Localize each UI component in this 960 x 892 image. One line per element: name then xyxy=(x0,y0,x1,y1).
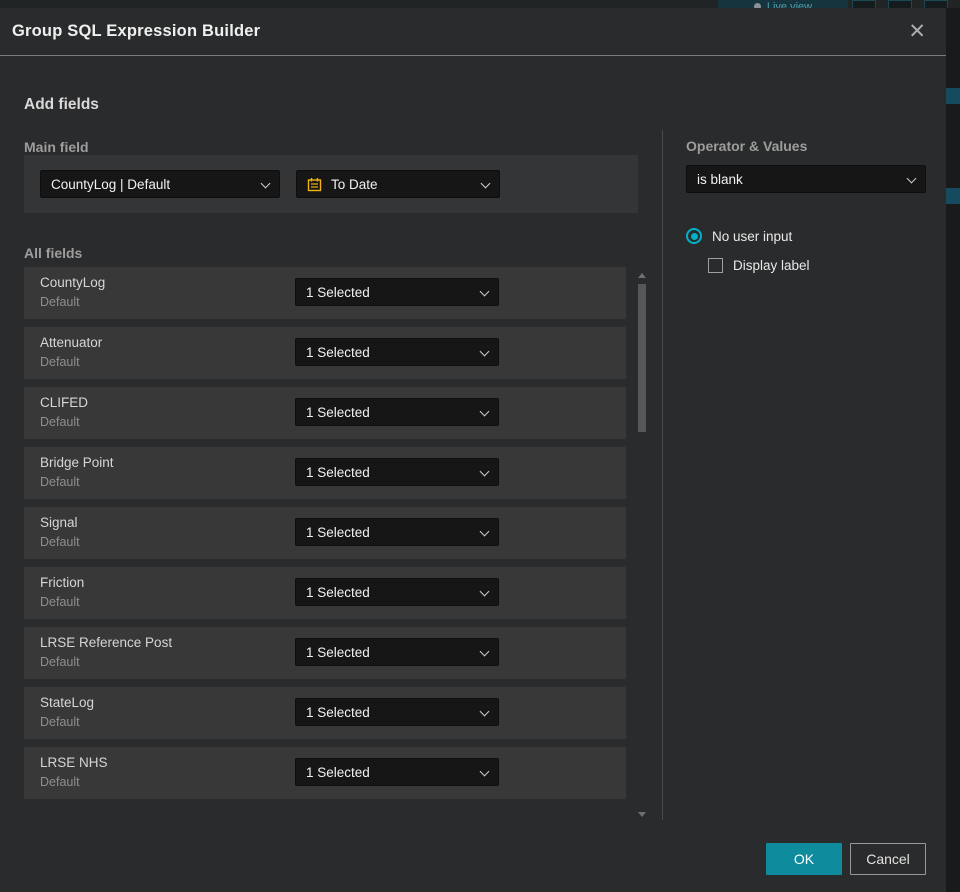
main-field-dropdown-value: CountyLog | Default xyxy=(51,176,171,192)
display-label-checkbox[interactable]: Display label xyxy=(708,258,810,273)
all-fields-list: CountyLog Default 1 Selected Attenuator Defa… xyxy=(24,267,626,807)
background-accent xyxy=(946,188,960,204)
scroll-down-icon[interactable] xyxy=(638,812,646,817)
field-row-selection-value: 1 Selected xyxy=(306,524,370,540)
chevron-down-icon xyxy=(480,588,488,596)
field-row-selection-dropdown[interactable]: 1 Selected xyxy=(295,518,499,546)
field-row-selection-value: 1 Selected xyxy=(306,344,370,360)
field-row-sublabel: Default xyxy=(40,475,80,489)
chevron-down-icon xyxy=(480,408,488,416)
chevron-down-icon xyxy=(480,288,488,296)
field-row-selection-dropdown[interactable]: 1 Selected xyxy=(295,578,499,606)
topbar-tool-button[interactable] xyxy=(924,0,948,8)
field-row-sublabel: Default xyxy=(40,595,80,609)
main-field-dropdown[interactable]: CountyLog | Default xyxy=(40,170,280,198)
field-row-sublabel: Default xyxy=(40,355,80,369)
field-row-selection-value: 1 Selected xyxy=(306,284,370,300)
field-row-selection-value: 1 Selected xyxy=(306,584,370,600)
topbar-tool-button[interactable] xyxy=(852,0,876,8)
live-view-button[interactable]: Live view xyxy=(718,0,848,8)
field-row-name: Bridge Point xyxy=(40,455,114,470)
chevron-down-icon xyxy=(480,708,488,716)
field-type-dropdown-value: To Date xyxy=(331,176,378,192)
chevron-down-icon xyxy=(261,180,269,188)
live-view-label: Live view xyxy=(766,1,813,8)
no-user-input-radio[interactable]: No user input xyxy=(686,228,792,244)
field-row-name: LRSE NHS xyxy=(40,755,108,770)
field-row: CountyLog Default 1 Selected xyxy=(24,267,626,319)
field-row-sublabel: Default xyxy=(40,535,80,549)
field-row-name: Signal xyxy=(40,515,78,530)
display-label-text: Display label xyxy=(733,258,810,273)
panel-divider xyxy=(662,130,663,820)
field-row-sublabel: Default xyxy=(40,295,80,309)
background-app-topbar: Live view xyxy=(0,0,960,8)
field-row-sublabel: Default xyxy=(40,415,80,429)
field-row-selection-dropdown[interactable]: 1 Selected xyxy=(295,698,499,726)
field-row-selection-value: 1 Selected xyxy=(306,764,370,780)
operator-dropdown[interactable]: is blank xyxy=(686,165,926,193)
field-row-selection-dropdown[interactable]: 1 Selected xyxy=(295,338,499,366)
dialog-title: Group SQL Expression Builder xyxy=(12,22,261,40)
field-row-name: LRSE Reference Post xyxy=(40,635,173,650)
group-sql-expression-builder-dialog: Group SQL Expression Builder ✕ Add field… xyxy=(0,8,946,892)
field-row: Bridge Point Default 1 Selected xyxy=(24,447,626,499)
field-row-name: CLIFED xyxy=(40,395,89,410)
field-row-name: Attenuator xyxy=(40,335,103,350)
field-row-selection-dropdown[interactable]: 1 Selected xyxy=(295,758,499,786)
field-row: StateLog Default 1 Selected xyxy=(24,687,626,739)
field-row: CLIFED Default 1 Selected xyxy=(24,387,626,439)
field-row-selection-dropdown[interactable]: 1 Selected xyxy=(295,638,499,666)
field-row-selection-value: 1 Selected xyxy=(306,644,370,660)
background-accent xyxy=(946,88,960,104)
operator-values-label: Operator & Values xyxy=(686,138,808,154)
chevron-down-icon xyxy=(480,468,488,476)
operator-dropdown-value: is blank xyxy=(697,171,743,187)
field-row-selection-value: 1 Selected xyxy=(306,404,370,420)
background-app-edge xyxy=(946,8,960,892)
radio-dot xyxy=(690,232,698,240)
field-row: Attenuator Default 1 Selected xyxy=(24,327,626,379)
ok-button[interactable]: OK xyxy=(766,843,842,875)
field-row-selection-dropdown[interactable]: 1 Selected xyxy=(295,458,499,486)
field-row-name: StateLog xyxy=(40,695,95,710)
field-row: LRSE Reference Post Default 1 Selected xyxy=(24,627,626,679)
scrollbar-thumb[interactable] xyxy=(638,284,646,432)
chevron-down-icon xyxy=(480,768,488,776)
chevron-down-icon xyxy=(480,348,488,356)
scroll-up-icon[interactable] xyxy=(638,273,646,278)
no-user-input-label: No user input xyxy=(712,228,793,244)
main-field-panel: CountyLog | Default To Date xyxy=(24,155,638,213)
field-row: Friction Default 1 Selected xyxy=(24,567,626,619)
field-row-selection-value: 1 Selected xyxy=(306,464,370,480)
topbar-tool-button[interactable] xyxy=(888,0,912,8)
cancel-button[interactable]: Cancel xyxy=(850,843,926,875)
field-row-name: CountyLog xyxy=(40,275,106,290)
field-row-sublabel: Default xyxy=(40,715,80,729)
list-scrollbar[interactable] xyxy=(636,271,648,819)
close-icon[interactable]: ✕ xyxy=(904,19,930,44)
all-fields-label: All fields xyxy=(24,245,83,261)
field-row-sublabel: Default xyxy=(40,655,80,669)
radio-selected-icon xyxy=(686,228,702,244)
chevron-down-icon xyxy=(907,175,915,183)
main-field-label: Main field xyxy=(24,139,89,155)
field-row-selection-value: 1 Selected xyxy=(306,704,370,720)
field-row-sublabel: Default xyxy=(40,775,80,789)
add-fields-heading: Add fields xyxy=(24,96,99,113)
field-row: LRSE NHS Default 1 Selected xyxy=(24,747,626,799)
chevron-down-icon xyxy=(480,648,488,656)
field-row-name: Friction xyxy=(40,575,85,590)
chevron-down-icon xyxy=(480,528,488,536)
chevron-down-icon xyxy=(481,180,489,188)
dialog-titlebar: Group SQL Expression Builder ✕ xyxy=(0,8,946,56)
calendar-icon xyxy=(307,177,322,192)
field-row-selection-dropdown[interactable]: 1 Selected xyxy=(295,398,499,426)
field-type-dropdown[interactable]: To Date xyxy=(296,170,500,198)
field-row-selection-dropdown[interactable]: 1 Selected xyxy=(295,278,499,306)
checkbox-unchecked-icon xyxy=(708,258,723,273)
screen: Live view Group SQL Expression Builder ✕… xyxy=(0,0,960,892)
field-row: Signal Default 1 Selected xyxy=(24,507,626,559)
